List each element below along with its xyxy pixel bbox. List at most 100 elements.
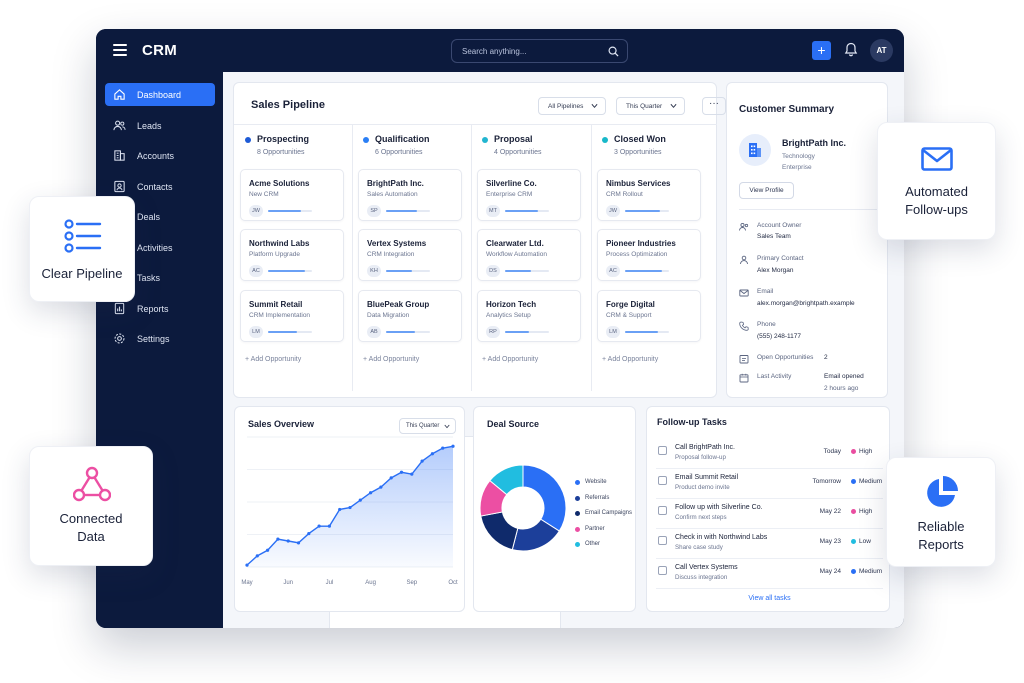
progress-bar <box>625 331 669 333</box>
owner-avatar: DS <box>486 265 500 277</box>
email-value[interactable]: alex.morgan@brightpath.example <box>757 300 855 307</box>
opportunity-card[interactable]: Silverline Co. Enterprise CRM MT <box>477 169 581 221</box>
task-checkbox[interactable] <box>658 506 667 515</box>
sidebar-item-accounts[interactable]: Accounts <box>105 144 215 167</box>
building-icon <box>114 150 125 161</box>
view-all-tasks-link[interactable]: View all tasks <box>647 595 892 602</box>
building-icon <box>749 143 761 157</box>
search-input[interactable] <box>462 44 602 59</box>
chevron-down-icon <box>591 103 598 109</box>
opportunity-subtitle: Enterprise CRM <box>486 191 533 198</box>
priority-dot <box>851 539 856 544</box>
sidebar-item-label: Deals <box>137 212 161 222</box>
search-icon[interactable] <box>608 46 619 57</box>
stage-count: 8 Opportunities <box>257 149 305 156</box>
priority-dot <box>851 509 856 514</box>
owner-avatar: AC <box>249 265 263 277</box>
x-tick-label: Aug <box>365 580 376 586</box>
opportunity-card[interactable]: Northwind Labs Platform Upgrade AC <box>240 229 344 281</box>
opportunity-card[interactable]: BluePeak Group Data Migration AB <box>358 290 462 342</box>
opportunity-card[interactable]: Forge Digital CRM & Support LM <box>597 290 701 342</box>
stage-dot <box>602 137 608 143</box>
pipeline-filter-value: All Pipelines <box>548 103 584 110</box>
task-name[interactable]: Call Vertex Systems <box>675 564 738 571</box>
add-opportunity-button[interactable]: + Add Opportunity <box>363 356 419 363</box>
opportunity-name: Vertex Systems <box>367 239 427 248</box>
calendar-icon <box>739 373 749 383</box>
add-opportunity-button[interactable]: + Add Opportunity <box>482 356 538 363</box>
view-profile-button[interactable]: View Profile <box>739 182 794 199</box>
data-point <box>358 498 362 502</box>
menu-icon[interactable] <box>113 44 127 56</box>
stage-dot <box>363 137 369 143</box>
progress-fill <box>386 270 413 272</box>
top-bar: CRM + AT <box>96 29 904 72</box>
task-checkbox[interactable] <box>658 446 667 455</box>
period-filter-value: This Quarter <box>626 103 663 110</box>
task-row: Call Vertex Systems Discuss integration Ma… <box>656 561 883 589</box>
users-icon <box>113 120 126 131</box>
sidebar-item-leads[interactable]: Leads <box>105 114 215 137</box>
chevron-down-icon <box>670 103 677 109</box>
stage-dot <box>245 137 251 143</box>
opportunity-card[interactable]: Pioneer Industries Process Optimization AC <box>597 229 701 281</box>
stage-count: 4 Opportunities <box>494 149 542 156</box>
user-avatar[interactable]: AT <box>870 39 893 62</box>
opportunity-card[interactable]: Summit Retail CRM Implementation LM <box>240 290 344 342</box>
task-due-date: May 23 <box>819 538 841 545</box>
pipeline-filter-select[interactable]: All Pipelines <box>538 97 606 115</box>
divider <box>739 209 877 210</box>
task-checkbox[interactable] <box>658 536 667 545</box>
opportunity-card[interactable]: Vertex Systems CRM Integration KH <box>358 229 462 281</box>
data-point <box>389 476 393 480</box>
period-filter-select[interactable]: This Quarter <box>616 97 685 115</box>
phone-value[interactable]: (555) 248-1177 <box>757 333 801 340</box>
task-name[interactable]: Check in with Northwind Labs <box>675 534 767 541</box>
add-opportunity-button[interactable]: + Add Opportunity <box>602 356 658 363</box>
sidebar-item-contacts[interactable]: Contacts <box>105 175 215 198</box>
legend-label: Referrals <box>585 494 610 501</box>
progress-fill <box>386 331 415 333</box>
primary-contact-label: Primary Contact <box>757 255 804 262</box>
task-name[interactable]: Follow up with Silverline Co. <box>675 504 763 511</box>
task-subtitle: Proposal follow-up <box>675 454 726 461</box>
opportunity-card[interactable]: BrightPath Inc. Sales Automation SP <box>358 169 462 221</box>
bell-icon[interactable] <box>844 42 858 57</box>
pipeline-column-proposal: Proposal 4 Opportunities Silverline Co. Ent… <box>471 125 589 391</box>
x-tick-label: Jun <box>283 580 293 586</box>
add-button[interactable]: + <box>812 41 831 60</box>
progress-fill <box>268 331 297 333</box>
account-owner-value: Sales Team <box>757 233 791 240</box>
opportunity-card[interactable]: Horizon Tech Analytics Setup RP <box>477 290 581 342</box>
opportunity-card[interactable]: Clearwater Ltd. Workflow Automation DS <box>477 229 581 281</box>
task-checkbox[interactable] <box>658 566 667 575</box>
progress-bar <box>386 331 430 333</box>
more-options-button[interactable]: ··· <box>702 97 726 115</box>
opportunity-subtitle: Sales Automation <box>367 191 418 198</box>
task-priority: Low <box>859 538 871 545</box>
opportunity-card[interactable]: Acme Solutions New CRM JW <box>240 169 344 221</box>
data-point <box>266 548 270 552</box>
data-point <box>430 452 434 456</box>
donut-slice <box>480 511 519 551</box>
stage-count: 6 Opportunities <box>375 149 423 156</box>
stage-name: Qualification <box>375 134 430 144</box>
data-point <box>420 459 424 463</box>
sidebar-item-settings[interactable]: Settings <box>105 327 215 350</box>
add-opportunity-button[interactable]: + Add Opportunity <box>245 356 301 363</box>
task-name[interactable]: Call BrightPath Inc. <box>675 444 735 451</box>
sidebar-item-label: Dashboard <box>137 90 182 100</box>
progress-bar <box>386 270 430 272</box>
last-activity-time: 2 hours ago <box>824 385 859 392</box>
task-name[interactable]: Email Summit Retail <box>675 474 738 481</box>
sidebar-item-dashboard[interactable]: Dashboard <box>105 83 215 106</box>
legend-label: Partner <box>585 525 605 532</box>
progress-bar <box>268 331 312 333</box>
search-box[interactable] <box>451 39 628 63</box>
opportunity-subtitle: CRM Implementation <box>249 312 311 319</box>
opportunity-card[interactable]: Nimbus Services CRM Rollout JW <box>597 169 701 221</box>
task-checkbox[interactable] <box>658 476 667 485</box>
pipeline-column-prospecting: Prospecting 8 Opportunities Acme Solutions… <box>234 125 352 391</box>
owner-avatar: JW <box>606 205 620 217</box>
progress-fill <box>268 210 301 212</box>
